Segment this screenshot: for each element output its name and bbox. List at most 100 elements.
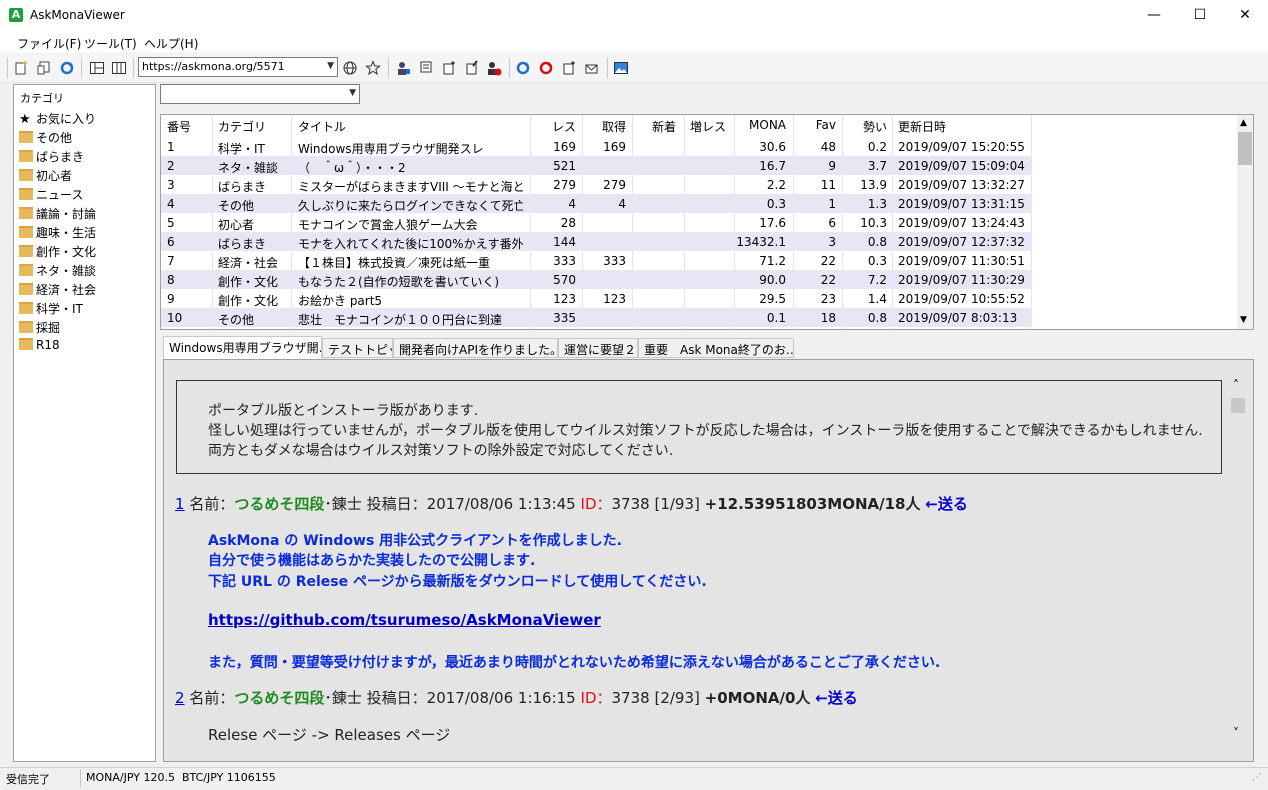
column-header[interactable]: カテゴリ — [218, 118, 294, 137]
table-row[interactable]: 6 ばらまき モナを入れてくれた後に100%かえす番外編1 144 13432.1 3 0.… — [161, 232, 1032, 251]
menu-file[interactable]: ファイル(F) — [17, 35, 81, 52]
send-mona-link[interactable]: ←送る — [925, 495, 968, 513]
github-link[interactable]: https://github.com/tsurumeso/AskMonaView… — [208, 611, 601, 629]
table-cell: 2.2 — [766, 178, 786, 192]
table-row[interactable]: 10 その他 悲壮 モナコインが１００円台に到達 335 0.1 18 0.8 2019/09… — [161, 308, 1032, 327]
close-button[interactable]: ✕ — [1222, 0, 1268, 31]
thread-tab[interactable]: Windows用専用ブラウザ開… — [163, 336, 322, 359]
chevron-up-icon[interactable]: ▲ — [1240, 118, 1247, 128]
table-row[interactable]: 2 ネタ・雑談 （ ＾ω＾）・・・2 521 16.7 9 3.7 2019/09/07 15… — [161, 156, 1032, 175]
column-header[interactable]: 番号 — [167, 118, 211, 137]
category-item[interactable]: ばらまき — [19, 148, 84, 167]
column-header[interactable]: MONA — [736, 118, 786, 137]
table-row[interactable]: 4 その他 久しぶりに来たらログインできなくて死亡 4 4 0.3 1 1.3 2019/09/… — [161, 194, 1032, 213]
column-header[interactable]: Fav — [794, 118, 836, 137]
image-icon[interactable] — [613, 60, 629, 76]
thread-table-scrollbar[interactable]: ▲ ▼ — [1237, 115, 1253, 329]
category-item[interactable]: 初心者 — [19, 167, 72, 186]
table-cell: 16.7 — [759, 159, 786, 173]
thread-tab[interactable]: テストトピック — [322, 338, 393, 358]
user-info-icon[interactable] — [395, 60, 411, 76]
column-header[interactable]: 増レス — [684, 118, 726, 137]
post-number-link[interactable]: 2 — [175, 689, 185, 707]
poster-name[interactable]: つるめそ四段 — [234, 495, 324, 513]
poster-rank: ･錬士 — [324, 689, 362, 707]
column-header[interactable]: 勢い — [843, 118, 887, 137]
edit-icon[interactable] — [464, 60, 480, 76]
column-header[interactable]: レス — [520, 118, 576, 137]
star-icon[interactable] — [365, 60, 381, 76]
table-cell: 2019/09/07 8:03:13 — [898, 311, 1018, 325]
new-thread-icon[interactable] — [13, 60, 29, 76]
category-favorites[interactable]: ★ お気に入り — [19, 110, 96, 129]
block-user-icon[interactable] — [486, 60, 502, 76]
message-icon[interactable] — [418, 60, 434, 76]
post-body-line: Relese ページ -> Releases ページ — [208, 726, 451, 744]
column-header[interactable]: 更新日時 — [898, 118, 1028, 137]
maximize-button[interactable]: ☐ — [1177, 0, 1223, 31]
thread-tab[interactable]: 運営に要望２ — [558, 338, 638, 358]
category-item[interactable]: 採掘 — [19, 319, 60, 338]
table-row[interactable]: 5 初心者 モナコインで賞金人狼ゲーム大会 28 17.6 6 10.3 2019/09/07… — [161, 213, 1032, 232]
post-view-scrollbar[interactable]: ˄ ˅ — [1229, 376, 1247, 746]
category-item[interactable]: 科学・IT — [19, 300, 83, 319]
thread-tab[interactable]: 重要 Ask Mona終了のお… — [638, 338, 794, 358]
category-item[interactable]: 趣味・生活 — [19, 224, 96, 243]
status-text: 受信完了 — [6, 773, 50, 786]
thread-tab[interactable]: 開発者向けAPIを作りました。… — [393, 338, 558, 358]
category-item[interactable]: ネタ・雑談 — [19, 262, 96, 281]
chevron-up-icon[interactable]: ˄ — [1233, 378, 1239, 392]
filter-combobox[interactable]: ▼ — [160, 84, 360, 104]
category-label: R18 — [36, 338, 60, 352]
mail-icon[interactable] — [584, 60, 600, 76]
column-header[interactable]: 取得 — [584, 118, 626, 137]
table-row[interactable]: 8 創作・文化 もなうた２(自作の短歌を書いていく) 570 90.0 22 7.2 2019… — [161, 270, 1032, 289]
table-row[interactable]: 7 経済・社会 【１株目】株式投資／凍死は紙一重 333 333 71.2 22 0.3 201… — [161, 251, 1032, 270]
refresh-icon[interactable] — [59, 60, 75, 76]
url-combobox[interactable]: https://askmona.org/5571 ▼ — [138, 57, 338, 77]
chevron-down-icon[interactable]: ▼ — [1240, 315, 1247, 325]
minimize-button[interactable]: — — [1131, 0, 1177, 31]
new-message-icon[interactable] — [561, 60, 577, 76]
layout-vertical-icon[interactable] — [111, 60, 127, 76]
open-icon[interactable] — [36, 60, 52, 76]
table-row[interactable]: 1 科学・IT Windows用専用ブラウザ開発スレ 169 169 30.6 48 0.2 2… — [161, 137, 1032, 156]
table-row[interactable]: 9 創作・文化 お絵かき part5 123 123 29.5 23 1.4 2019/09/0… — [161, 289, 1032, 308]
post-date: 2017/08/06 1:16:15 — [426, 689, 576, 707]
post-icon[interactable] — [441, 60, 457, 76]
chevron-down-icon[interactable]: ▼ — [349, 88, 356, 98]
scroll-thumb[interactable] — [1231, 398, 1245, 413]
resize-grip-icon[interactable]: ⋰ — [1252, 772, 1262, 783]
date-label: 投稿日： — [366, 495, 427, 513]
sync-icon[interactable] — [515, 60, 531, 76]
table-cell: ネタ・雑談 — [218, 161, 279, 175]
category-item[interactable]: ニュース — [19, 186, 83, 205]
chevron-down-icon[interactable]: ▼ — [327, 61, 334, 71]
send-mona-link[interactable]: ←送る — [815, 689, 858, 707]
category-item[interactable]: 創作・文化 — [19, 243, 96, 262]
post-header: 1 名前：つるめそ四段･錬士 投稿日：2017/08/06 1:13:45 ID… — [175, 493, 968, 514]
category-label: その他 — [36, 131, 73, 145]
layout-horizontal-icon[interactable] — [89, 60, 105, 76]
column-header[interactable]: タイトル — [298, 118, 523, 137]
category-item[interactable]: R18 — [19, 338, 60, 357]
category-item[interactable]: その他 — [19, 129, 72, 148]
category-item[interactable]: 経済・社会 — [19, 281, 96, 300]
post-number-link[interactable]: 1 — [175, 495, 185, 513]
exchange-rates: MONA/JPY 120.5 BTC/JPY 1106155 — [86, 771, 276, 784]
category-item[interactable]: 議論・討論 — [19, 205, 96, 224]
scroll-thumb[interactable] — [1238, 132, 1252, 165]
table-cell: 4 — [618, 197, 626, 211]
category-label: 経済・社会 — [36, 283, 97, 297]
menu-tools[interactable]: ツール(T) — [84, 35, 137, 52]
table-cell: モナを入れてくれた後に100%かえす番外編1 — [298, 237, 523, 251]
table-row[interactable]: 3 ばらまき ミスターがばらまきますVIII ～モナと海と和牛と… 279 279 2.2… — [161, 175, 1032, 194]
menu-help[interactable]: ヘルプ(H) — [144, 35, 198, 52]
chevron-down-icon[interactable]: ˅ — [1233, 726, 1239, 740]
table-cell: 1.4 — [867, 292, 887, 306]
folder-icon — [19, 226, 33, 238]
column-header[interactable]: 新着 — [634, 118, 676, 137]
sync-all-icon[interactable] — [538, 60, 554, 76]
globe-icon[interactable] — [342, 60, 358, 76]
poster-name[interactable]: つるめそ四段 — [234, 689, 324, 707]
